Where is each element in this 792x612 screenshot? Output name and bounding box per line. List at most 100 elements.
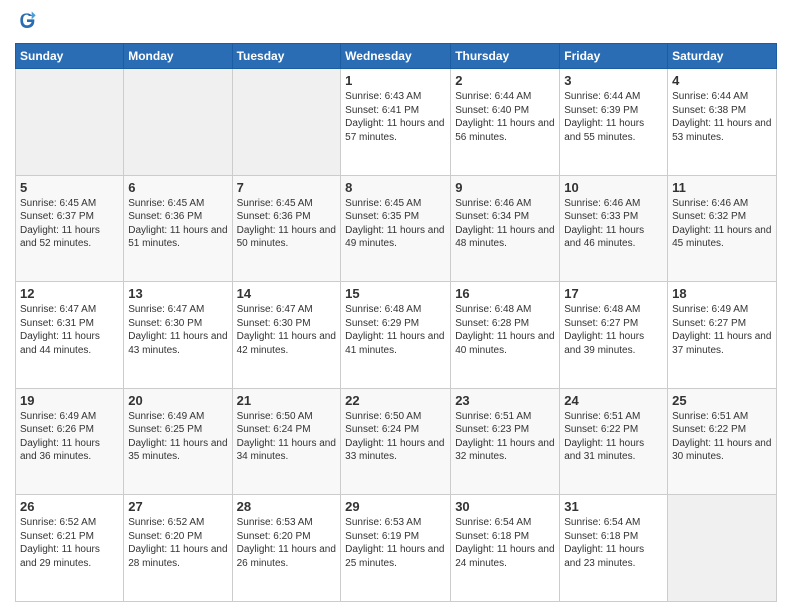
- day-of-week-header: Saturday: [668, 44, 777, 69]
- header: [15, 10, 777, 35]
- day-number: 25: [672, 393, 772, 408]
- day-number: 8: [345, 180, 446, 195]
- day-of-week-header: Monday: [124, 44, 232, 69]
- day-info: Sunrise: 6:43 AM Sunset: 6:41 PM Dayligh…: [345, 90, 446, 144]
- calendar-cell: [668, 495, 777, 602]
- calendar-header-row: SundayMondayTuesdayWednesdayThursdayFrid…: [16, 44, 777, 69]
- day-number: 10: [564, 180, 663, 195]
- calendar-cell: 18 Sunrise: 6:49 AM Sunset: 6:27 PM Dayli…: [668, 282, 777, 389]
- calendar-week-row: 1 Sunrise: 6:43 AM Sunset: 6:41 PM Daylig…: [16, 69, 777, 176]
- calendar-cell: 22 Sunrise: 6:50 AM Sunset: 6:24 PM Dayli…: [341, 388, 451, 495]
- day-number: 20: [128, 393, 227, 408]
- day-number: 6: [128, 180, 227, 195]
- day-info: Sunrise: 6:51 AM Sunset: 6:22 PM Dayligh…: [672, 410, 772, 464]
- day-number: 30: [455, 499, 555, 514]
- day-number: 26: [20, 499, 119, 514]
- calendar-cell: 2Sunrise: 6:44 AM Sunset: 6:40 PM Daylig…: [451, 69, 560, 176]
- day-info: Sunrise: 6:44 AM Sunset: 6:39 PM Dayligh…: [564, 90, 663, 144]
- calendar-cell: 13 Sunrise: 6:47 AM Sunset: 6:30 PM Dayli…: [124, 282, 232, 389]
- day-info: Sunrise: 6:54 AM Sunset: 6:18 PM Dayligh…: [455, 516, 555, 570]
- day-number: 4: [672, 73, 772, 88]
- calendar-cell: 17Sunrise: 6:48 AM Sunset: 6:27 PM Dayli…: [560, 282, 668, 389]
- calendar-cell: 11Sunrise: 6:46 AM Sunset: 6:32 PM Dayli…: [668, 175, 777, 282]
- calendar-cell: 5 Sunrise: 6:45 AM Sunset: 6:37 PM Daylig…: [16, 175, 124, 282]
- day-number: 22: [345, 393, 446, 408]
- day-number: 17: [564, 286, 663, 301]
- calendar-cell: 20 Sunrise: 6:49 AM Sunset: 6:25 PM Dayli…: [124, 388, 232, 495]
- calendar-table: SundayMondayTuesdayWednesdayThursdayFrid…: [15, 43, 777, 602]
- day-of-week-header: Wednesday: [341, 44, 451, 69]
- calendar-cell: 15 Sunrise: 6:48 AM Sunset: 6:29 PM Dayli…: [341, 282, 451, 389]
- logo-icon: [17, 10, 37, 30]
- calendar-cell: 14 Sunrise: 6:47 AM Sunset: 6:30 PM Dayli…: [232, 282, 341, 389]
- day-number: 9: [455, 180, 555, 195]
- day-number: 14: [237, 286, 337, 301]
- calendar-cell: 8 Sunrise: 6:45 AM Sunset: 6:35 PM Daylig…: [341, 175, 451, 282]
- day-info: Sunrise: 6:53 AM Sunset: 6:20 PM Dayligh…: [237, 516, 337, 570]
- day-number: 18: [672, 286, 772, 301]
- calendar-cell: 19 Sunrise: 6:49 AM Sunset: 6:26 PM Dayli…: [16, 388, 124, 495]
- day-info: Sunrise: 6:51 AM Sunset: 6:23 PM Dayligh…: [455, 410, 555, 464]
- day-info: Sunrise: 6:47 AM Sunset: 6:30 PM Dayligh…: [128, 303, 227, 357]
- day-info: Sunrise: 6:50 AM Sunset: 6:24 PM Dayligh…: [345, 410, 446, 464]
- day-info: Sunrise: 6:46 AM Sunset: 6:34 PM Dayligh…: [455, 197, 555, 251]
- day-info: Sunrise: 6:49 AM Sunset: 6:25 PM Dayligh…: [128, 410, 227, 464]
- calendar-cell: [124, 69, 232, 176]
- calendar-cell: 26Sunrise: 6:52 AM Sunset: 6:21 PM Dayli…: [16, 495, 124, 602]
- calendar-cell: 4 Sunrise: 6:44 AM Sunset: 6:38 PM Daylig…: [668, 69, 777, 176]
- day-number: 19: [20, 393, 119, 408]
- calendar-week-row: 5 Sunrise: 6:45 AM Sunset: 6:37 PM Daylig…: [16, 175, 777, 282]
- day-number: 12: [20, 286, 119, 301]
- calendar-cell: 23 Sunrise: 6:51 AM Sunset: 6:23 PM Dayli…: [451, 388, 560, 495]
- calendar-cell: [232, 69, 341, 176]
- day-info: Sunrise: 6:52 AM Sunset: 6:20 PM Dayligh…: [128, 516, 227, 570]
- day-info: Sunrise: 6:49 AM Sunset: 6:26 PM Dayligh…: [20, 410, 119, 464]
- day-of-week-header: Friday: [560, 44, 668, 69]
- day-info: Sunrise: 6:47 AM Sunset: 6:31 PM Dayligh…: [20, 303, 119, 357]
- day-info: Sunrise: 6:46 AM Sunset: 6:32 PM Dayligh…: [672, 197, 772, 251]
- calendar-week-row: 12 Sunrise: 6:47 AM Sunset: 6:31 PM Dayli…: [16, 282, 777, 389]
- day-number: 3: [564, 73, 663, 88]
- day-info: Sunrise: 6:45 AM Sunset: 6:37 PM Dayligh…: [20, 197, 119, 251]
- day-info: Sunrise: 6:44 AM Sunset: 6:38 PM Dayligh…: [672, 90, 772, 144]
- day-number: 24: [564, 393, 663, 408]
- day-of-week-header: Sunday: [16, 44, 124, 69]
- day-number: 27: [128, 499, 227, 514]
- day-info: Sunrise: 6:50 AM Sunset: 6:24 PM Dayligh…: [237, 410, 337, 464]
- day-number: 7: [237, 180, 337, 195]
- day-info: Sunrise: 6:46 AM Sunset: 6:33 PM Dayligh…: [564, 197, 663, 251]
- calendar-cell: 9 Sunrise: 6:46 AM Sunset: 6:34 PM Daylig…: [451, 175, 560, 282]
- day-number: 5: [20, 180, 119, 195]
- day-of-week-header: Thursday: [451, 44, 560, 69]
- calendar-cell: 29Sunrise: 6:53 AM Sunset: 6:19 PM Dayli…: [341, 495, 451, 602]
- calendar-week-row: 26Sunrise: 6:52 AM Sunset: 6:21 PM Dayli…: [16, 495, 777, 602]
- day-info: Sunrise: 6:54 AM Sunset: 6:18 PM Dayligh…: [564, 516, 663, 570]
- day-of-week-header: Tuesday: [232, 44, 341, 69]
- calendar-cell: 25 Sunrise: 6:51 AM Sunset: 6:22 PM Dayli…: [668, 388, 777, 495]
- day-info: Sunrise: 6:45 AM Sunset: 6:36 PM Dayligh…: [128, 197, 227, 251]
- day-number: 21: [237, 393, 337, 408]
- calendar-cell: 1 Sunrise: 6:43 AM Sunset: 6:41 PM Daylig…: [341, 69, 451, 176]
- day-info: Sunrise: 6:45 AM Sunset: 6:35 PM Dayligh…: [345, 197, 446, 251]
- day-info: Sunrise: 6:48 AM Sunset: 6:29 PM Dayligh…: [345, 303, 446, 357]
- day-number: 15: [345, 286, 446, 301]
- calendar-cell: 31Sunrise: 6:54 AM Sunset: 6:18 PM Dayli…: [560, 495, 668, 602]
- calendar-cell: 3 Sunrise: 6:44 AM Sunset: 6:39 PM Daylig…: [560, 69, 668, 176]
- day-number: 23: [455, 393, 555, 408]
- day-number: 13: [128, 286, 227, 301]
- calendar-cell: 10 Sunrise: 6:46 AM Sunset: 6:33 PM Dayli…: [560, 175, 668, 282]
- day-info: Sunrise: 6:51 AM Sunset: 6:22 PM Dayligh…: [564, 410, 663, 464]
- calendar-cell: 28 Sunrise: 6:53 AM Sunset: 6:20 PM Dayli…: [232, 495, 341, 602]
- calendar-cell: 24 Sunrise: 6:51 AM Sunset: 6:22 PM Dayli…: [560, 388, 668, 495]
- day-number: 1: [345, 73, 446, 88]
- day-info: Sunrise: 6:47 AM Sunset: 6:30 PM Dayligh…: [237, 303, 337, 357]
- calendar-cell: 6 Sunrise: 6:45 AM Sunset: 6:36 PM Daylig…: [124, 175, 232, 282]
- day-info: Sunrise: 6:49 AM Sunset: 6:27 PM Dayligh…: [672, 303, 772, 357]
- calendar-cell: 27 Sunrise: 6:52 AM Sunset: 6:20 PM Dayli…: [124, 495, 232, 602]
- calendar-cell: 7Sunrise: 6:45 AM Sunset: 6:36 PM Daylig…: [232, 175, 341, 282]
- day-number: 28: [237, 499, 337, 514]
- calendar-week-row: 19 Sunrise: 6:49 AM Sunset: 6:26 PM Dayli…: [16, 388, 777, 495]
- day-number: 29: [345, 499, 446, 514]
- day-number: 16: [455, 286, 555, 301]
- day-number: 2: [455, 73, 555, 88]
